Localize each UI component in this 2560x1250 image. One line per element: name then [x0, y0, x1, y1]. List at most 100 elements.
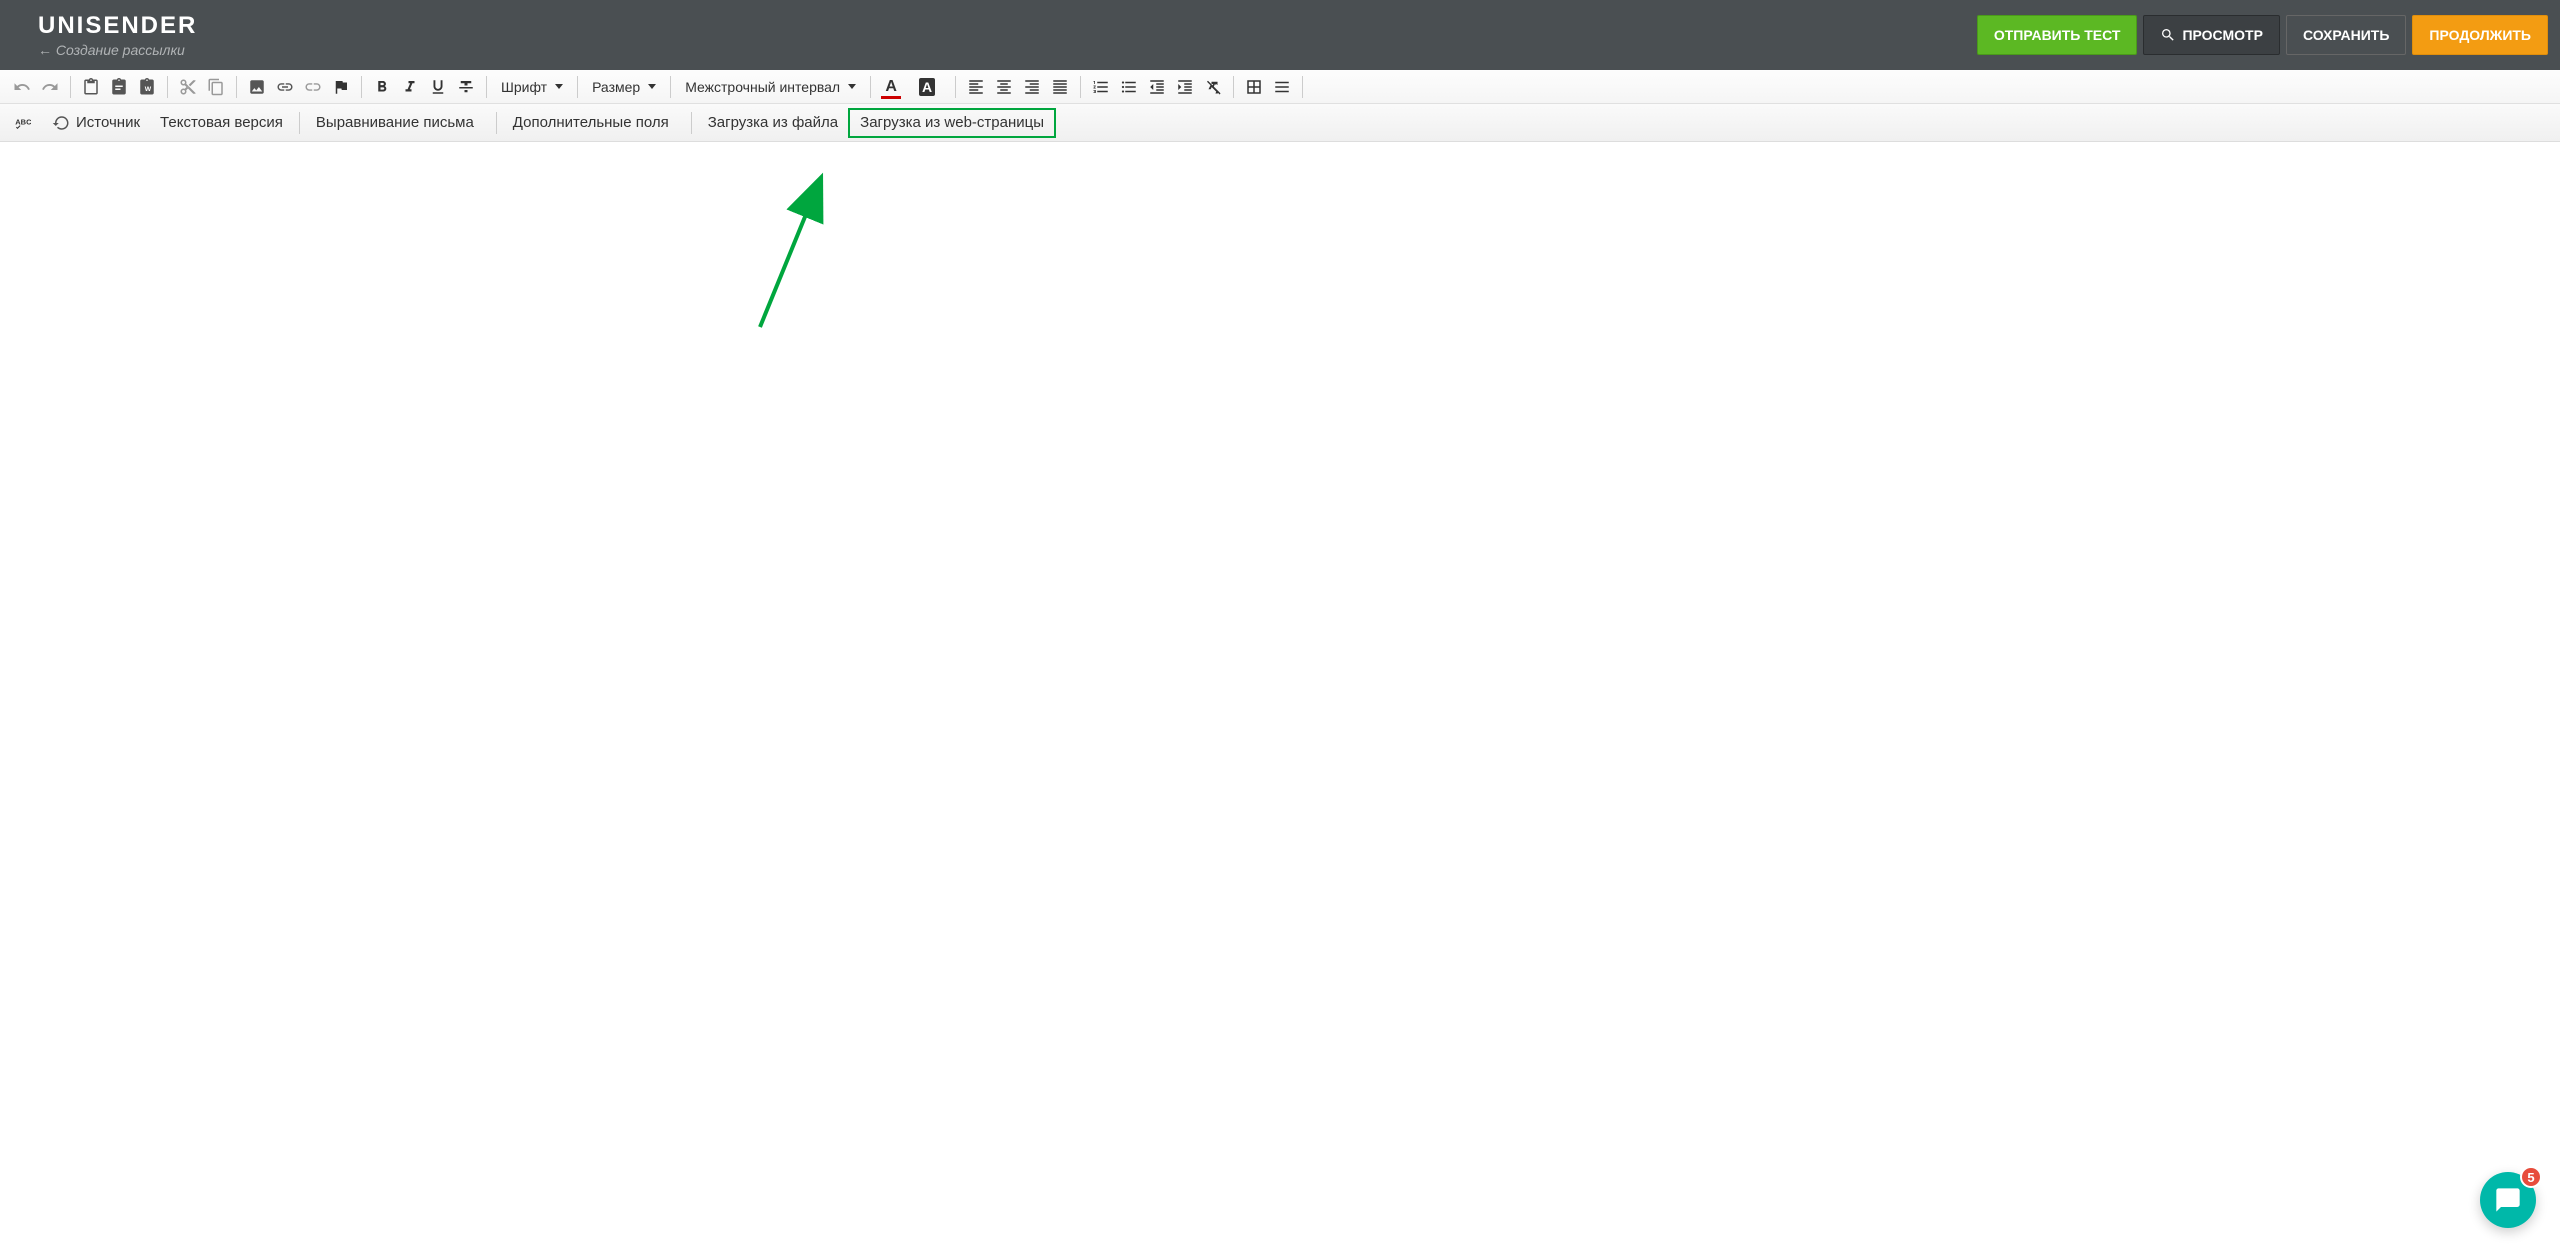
image-button[interactable]: [243, 73, 271, 101]
table-button[interactable]: [1240, 73, 1268, 101]
zoom-icon: [2160, 27, 2176, 43]
bold-icon: [373, 78, 391, 96]
size-dropdown[interactable]: Размер: [584, 73, 664, 101]
letter-align-label: Выравнивание письма: [316, 114, 474, 131]
unordered-list-button[interactable]: [1115, 73, 1143, 101]
separator: [1233, 76, 1234, 98]
paste-text-button[interactable]: [105, 73, 133, 101]
line-height-label: Межстрочный интервал: [685, 79, 840, 95]
continue-button[interactable]: ПРОДОЛЖИТЬ: [2412, 15, 2548, 55]
paste-icon: [82, 78, 100, 96]
paste-button[interactable]: [77, 73, 105, 101]
link-button[interactable]: [271, 73, 299, 101]
text-color-swatch: [881, 96, 901, 99]
annotation-arrow: [0, 142, 2560, 1250]
underline-icon: [429, 78, 447, 96]
align-right-icon: [1023, 78, 1041, 96]
horizontal-rule-icon: [1273, 78, 1291, 96]
toolbar-formatting: W Шрифт Размер Межстрочный интер: [0, 70, 2560, 104]
separator: [486, 76, 487, 98]
chat-icon: [2494, 1186, 2522, 1214]
svg-text:x: x: [1215, 80, 1218, 86]
flag-icon: [332, 78, 350, 96]
load-from-web-button[interactable]: Загрузка из web-страницы: [848, 108, 1056, 138]
unlink-button[interactable]: [299, 73, 327, 101]
paste-word-button[interactable]: W: [133, 73, 161, 101]
unordered-list-icon: [1120, 78, 1138, 96]
font-label: Шрифт: [501, 79, 547, 95]
align-left-icon: [967, 78, 985, 96]
anchor-button[interactable]: [327, 73, 355, 101]
separator: [1302, 76, 1303, 98]
header-left: UNISENDER ← Создание рассылки: [38, 12, 197, 58]
svg-text:W: W: [145, 85, 152, 92]
text-version-label: Текстовая версия: [160, 114, 283, 131]
separator: [167, 76, 168, 98]
save-button[interactable]: СОХРАНИТЬ: [2286, 15, 2406, 55]
copy-icon: [207, 78, 225, 96]
align-justify-button[interactable]: [1046, 73, 1074, 101]
size-label: Размер: [592, 79, 640, 95]
outdent-button[interactable]: [1143, 73, 1171, 101]
load-from-file-button[interactable]: Загрузка из файла: [698, 108, 848, 138]
source-button[interactable]: Источник: [42, 108, 150, 138]
separator: [361, 76, 362, 98]
breadcrumb[interactable]: ← Создание рассылки: [38, 42, 197, 58]
bold-button[interactable]: [368, 73, 396, 101]
cut-button[interactable]: [174, 73, 202, 101]
ordered-list-button[interactable]: [1087, 73, 1115, 101]
copy-button[interactable]: [202, 73, 230, 101]
text-color-button[interactable]: A: [877, 73, 905, 101]
send-test-button[interactable]: ОТПРАВИТЬ ТЕСТ: [1977, 15, 2138, 55]
header-actions: ОТПРАВИТЬ ТЕСТ ПРОСМОТР СОХРАНИТЬ ПРОДОЛ…: [1977, 15, 2548, 55]
separator: [577, 76, 578, 98]
spellcheck-button[interactable]: ABC: [8, 109, 36, 137]
undo-icon: [13, 78, 31, 96]
undo-button[interactable]: [8, 73, 36, 101]
source-label: Источник: [76, 114, 140, 131]
indent-icon: [1176, 78, 1194, 96]
line-height-dropdown[interactable]: Межстрочный интервал: [677, 73, 864, 101]
text-version-button[interactable]: Текстовая версия: [150, 108, 293, 138]
indent-button[interactable]: [1171, 73, 1199, 101]
italic-button[interactable]: [396, 73, 424, 101]
outdent-icon: [1148, 78, 1166, 96]
strikethrough-icon: [457, 78, 475, 96]
align-center-button[interactable]: [990, 73, 1018, 101]
remove-format-icon: x: [1204, 78, 1222, 96]
unlink-icon: [304, 78, 322, 96]
underline-button[interactable]: [424, 73, 452, 101]
load-from-file-label: Загрузка из файла: [708, 114, 838, 131]
letter-align-dropdown[interactable]: Выравнивание письма: [306, 108, 490, 138]
separator: [691, 112, 692, 134]
header: UNISENDER ← Создание рассылки ОТПРАВИТЬ …: [0, 0, 2560, 70]
scissors-icon: [179, 78, 197, 96]
align-center-icon: [995, 78, 1013, 96]
remove-format-button[interactable]: x: [1199, 73, 1227, 101]
source-icon: [52, 114, 70, 132]
chevron-down-icon: [848, 84, 856, 89]
spellcheck-icon: ABC: [13, 114, 31, 132]
load-from-web-label: Загрузка из web-страницы: [860, 114, 1044, 131]
chevron-down-icon: [648, 84, 656, 89]
hr-button[interactable]: [1268, 73, 1296, 101]
chevron-down-icon: [555, 84, 563, 89]
bg-color-button[interactable]: A: [913, 73, 941, 101]
logo: UNISENDER: [38, 12, 197, 40]
separator: [670, 76, 671, 98]
separator: [236, 76, 237, 98]
align-left-button[interactable]: [962, 73, 990, 101]
table-icon: [1245, 78, 1263, 96]
redo-button[interactable]: [36, 73, 64, 101]
strikethrough-button[interactable]: [452, 73, 480, 101]
link-icon: [276, 78, 294, 96]
redo-icon: [41, 78, 59, 96]
preview-button[interactable]: ПРОСМОТР: [2143, 15, 2279, 55]
extra-fields-dropdown[interactable]: Дополнительные поля: [503, 108, 685, 138]
chat-button[interactable]: 5: [2480, 1172, 2536, 1228]
font-dropdown[interactable]: Шрифт: [493, 73, 571, 101]
ordered-list-icon: [1092, 78, 1110, 96]
editor-area[interactable]: [0, 142, 2560, 1250]
align-right-button[interactable]: [1018, 73, 1046, 101]
paste-word-icon: W: [138, 78, 156, 96]
